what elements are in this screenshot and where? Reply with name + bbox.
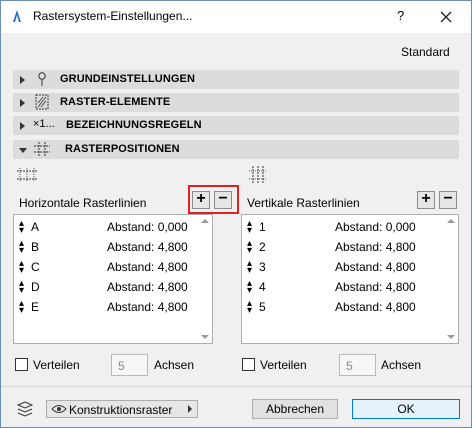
archicad-app-icon xyxy=(13,10,21,22)
line-distance[interactable]: Abstand: 4,800 xyxy=(335,260,416,274)
scroll-up-icon[interactable] xyxy=(447,219,455,223)
sort-handle-icon[interactable]: ▴ ▾ xyxy=(19,299,24,316)
sort-handle-icon[interactable]: ▴ ▾ xyxy=(19,279,24,296)
footer-divider xyxy=(1,386,471,387)
line-name: 5 xyxy=(259,300,266,314)
sort-handle-icon[interactable]: ▴ ▾ xyxy=(247,239,252,256)
sort-handle-icon[interactable]: ▴ ▾ xyxy=(247,279,252,296)
scroll-down-icon[interactable] xyxy=(447,335,455,339)
add-horizontal-line-button[interactable]: + xyxy=(192,191,210,209)
cancel-button[interactable]: Abbrechen xyxy=(252,399,338,419)
line-name: B xyxy=(31,240,40,254)
line-name: D xyxy=(31,280,40,294)
preset-label[interactable]: Standard xyxy=(401,45,450,59)
eye-icon xyxy=(51,405,67,413)
distribute-horizontal-label: Verteilen xyxy=(33,358,80,372)
sort-handle-icon[interactable]: ▴ ▾ xyxy=(247,259,252,276)
line-distance[interactable]: Abstand: 4,800 xyxy=(107,240,188,254)
remove-horizontal-line-button[interactable]: − xyxy=(214,191,232,209)
horizontal-lines-list[interactable]: ▴ ▾ A Abstand: 0,000 ▴ ▾ B Abstand: 4,800 … xyxy=(13,214,213,344)
expand-arrow-icon xyxy=(20,122,25,130)
section-label: GRUNDEINSTELLUNGEN xyxy=(60,73,196,85)
list-item[interactable]: ▴ ▾ 1 Abstand: 0,000 xyxy=(242,217,458,237)
list-item[interactable]: ▴ ▾ 2 Abstand: 4,800 xyxy=(242,237,458,257)
line-name: 3 xyxy=(259,260,266,274)
section-label: RASTER-ELEMENTE xyxy=(60,96,171,108)
horizontal-gridlines-label: Horizontale Rasterlinien xyxy=(19,196,147,210)
title-bar: Rastersystem-Einstellungen... ? xyxy=(1,1,471,33)
help-button[interactable]: ? xyxy=(397,8,404,23)
vertical-gridlines-label: Vertikale Rasterlinien xyxy=(247,196,360,210)
expand-arrow-icon xyxy=(20,76,25,84)
line-distance[interactable]: Abstand: 4,800 xyxy=(107,260,188,274)
vertical-axes-count-input[interactable]: 5 xyxy=(339,354,376,376)
distribute-vertical-checkbox[interactable] xyxy=(242,358,255,371)
collapse-arrow-icon xyxy=(19,148,27,153)
line-distance[interactable]: Abstand: 4,800 xyxy=(107,280,188,294)
section-bezeichnungsregeln[interactable]: ×1... BEZEICHNUNGSREGELN xyxy=(13,116,459,135)
sort-handle-icon[interactable]: ▴ ▾ xyxy=(19,219,24,236)
x1-label-icon: ×1... xyxy=(33,118,55,130)
ok-button[interactable]: OK xyxy=(352,399,460,419)
line-distance[interactable]: Abstand: 4,800 xyxy=(335,300,416,314)
vertical-lines-list[interactable]: ▴ ▾ 1 Abstand: 0,000 ▴ ▾ 2 Abstand: 4,800 … xyxy=(241,214,459,344)
close-icon[interactable] xyxy=(434,5,458,29)
line-name: 2 xyxy=(259,240,266,254)
layer-value: Konstruktionsraster xyxy=(69,403,173,417)
line-distance[interactable]: Abstand: 0,000 xyxy=(107,220,188,234)
line-name: A xyxy=(31,220,40,234)
horizontal-axes-count-input[interactable]: 5 xyxy=(111,354,148,376)
expand-arrow-icon xyxy=(20,99,25,107)
window-title: Rastersystem-Einstellungen... xyxy=(33,9,193,23)
section-raster-elemente[interactable]: RASTER-ELEMENTE xyxy=(13,93,459,112)
layer-dropdown[interactable]: Konstruktionsraster xyxy=(46,400,198,418)
pin-icon xyxy=(38,72,46,86)
line-distance[interactable]: Abstand: 4,800 xyxy=(335,240,416,254)
distribute-vertical-label: Verteilen xyxy=(260,358,307,372)
scroll-down-icon[interactable] xyxy=(201,335,209,339)
section-grundeinstellungen[interactable]: GRUNDEINSTELLUNGEN xyxy=(13,70,459,89)
line-name: 4 xyxy=(259,280,266,294)
dialog-window: Rastersystem-Einstellungen... ? Standard… xyxy=(0,0,472,428)
list-item[interactable]: ▴ ▾ D Abstand: 4,800 xyxy=(14,277,212,297)
list-item[interactable]: ▴ ▾ C Abstand: 4,800 xyxy=(14,257,212,277)
horizontal-axes-label: Achsen xyxy=(154,358,195,372)
section-label: RASTERPOSITIONEN xyxy=(65,143,180,155)
vertical-axes-label: Achsen xyxy=(381,358,422,372)
list-item[interactable]: ▴ ▾ 4 Abstand: 4,800 xyxy=(242,277,458,297)
chevron-right-icon xyxy=(188,405,192,413)
line-name: 1 xyxy=(259,220,266,234)
list-item[interactable]: ▴ ▾ B Abstand: 4,800 xyxy=(14,237,212,257)
line-distance[interactable]: Abstand: 0,000 xyxy=(335,220,416,234)
list-item[interactable]: ▴ ▾ E Abstand: 4,800 xyxy=(14,297,212,317)
hatched-box-icon xyxy=(35,94,49,110)
list-item[interactable]: ▴ ▾ 5 Abstand: 4,800 xyxy=(242,297,458,317)
sort-handle-icon[interactable]: ▴ ▾ xyxy=(247,219,252,236)
line-distance[interactable]: Abstand: 4,800 xyxy=(107,300,188,314)
distribute-horizontal-checkbox[interactable] xyxy=(15,358,28,371)
line-distance[interactable]: Abstand: 4,800 xyxy=(335,280,416,294)
list-item[interactable]: ▴ ▾ A Abstand: 0,000 xyxy=(14,217,212,237)
sort-handle-icon[interactable]: ▴ ▾ xyxy=(19,239,24,256)
scroll-up-icon[interactable] xyxy=(201,219,209,223)
line-name: C xyxy=(31,260,40,274)
section-rasterpositionen[interactable]: RASTERPOSITIONEN xyxy=(13,140,459,159)
section-label: BEZEICHNUNGSREGELN xyxy=(66,119,202,131)
sort-handle-icon[interactable]: ▴ ▾ xyxy=(247,299,252,316)
grid-positions-icon xyxy=(34,142,50,156)
sort-handle-icon[interactable]: ▴ ▾ xyxy=(19,259,24,276)
horizontal-gridlines-icon xyxy=(17,168,37,182)
remove-vertical-line-button[interactable]: − xyxy=(439,191,457,209)
vertical-gridlines-icon xyxy=(249,166,267,184)
add-vertical-line-button[interactable]: + xyxy=(417,191,435,209)
line-name: E xyxy=(31,300,40,314)
layers-icon[interactable] xyxy=(15,400,35,418)
list-item[interactable]: ▴ ▾ 3 Abstand: 4,800 xyxy=(242,257,458,277)
